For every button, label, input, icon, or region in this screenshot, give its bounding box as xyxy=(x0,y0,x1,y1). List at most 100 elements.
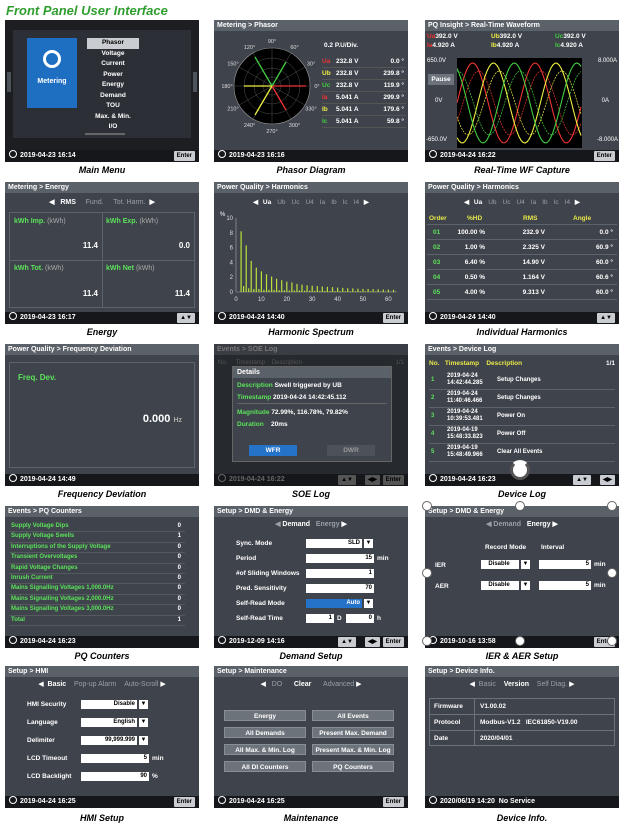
tab-right-arrow-icon[interactable]: ▶ xyxy=(158,681,165,688)
aer-mode-field[interactable]: Disable xyxy=(481,581,519,590)
phase-tab[interactable]: Ib xyxy=(331,199,336,206)
up-down-button[interactable]: ▲▼ xyxy=(177,313,195,323)
left-right-button[interactable]: ◀▶ xyxy=(599,475,615,485)
metering-tile[interactable]: Metering xyxy=(27,38,77,108)
counter-row[interactable]: Mains Signalling Voltages 1,000.0Hz 0 xyxy=(9,584,185,595)
phase-tab[interactable]: Ia xyxy=(320,199,325,206)
tab-advanced[interactable]: Advanced xyxy=(323,681,354,688)
phase-tab[interactable]: Ia xyxy=(531,199,536,206)
phase-tab[interactable]: Ub xyxy=(277,199,285,206)
clear-all-di-counters-button[interactable]: All DI Counters xyxy=(224,761,306,772)
resize-handle[interactable] xyxy=(515,636,525,646)
tab-auto-scroll[interactable]: Auto-Scroll xyxy=(124,681,158,688)
counter-row[interactable]: Transient Overvoltages 0 xyxy=(9,553,185,564)
menu-item[interactable]: Current xyxy=(87,59,139,70)
clear-all-demands-button[interactable]: All Demands xyxy=(224,727,306,738)
hmi-security-field[interactable]: Disable xyxy=(81,700,137,709)
menu-item[interactable]: Phasor xyxy=(87,38,139,49)
clear-pq-counters-button[interactable]: PQ Counters xyxy=(312,761,394,772)
dropdown-icon[interactable]: ▼ xyxy=(521,581,530,590)
tab-right-arrow-icon[interactable]: ▶ xyxy=(362,199,369,206)
counter-row[interactable]: Interruptions of the Supply Voltage 0 xyxy=(9,543,185,554)
clear-present-max-min-log-button[interactable]: Present Max. & Min. Log xyxy=(312,744,394,755)
tab-rms[interactable]: RMS xyxy=(60,199,76,206)
tab-right-arrow-icon[interactable]: ▶ xyxy=(567,681,574,688)
tab-right-arrow-icon[interactable]: ▶ xyxy=(354,681,361,688)
tab-basic[interactable]: Basic xyxy=(479,681,496,688)
enter-button[interactable]: Enter xyxy=(173,797,195,807)
windows-field[interactable]: 1 xyxy=(306,569,374,578)
tab-energy[interactable]: Energy xyxy=(527,521,551,528)
tab-left-arrow-icon[interactable]: ◀ xyxy=(49,199,58,206)
enter-button[interactable]: Enter xyxy=(382,475,404,485)
menu-item[interactable]: Max. & Min. xyxy=(87,112,139,123)
ier-interval-field[interactable]: 5 xyxy=(539,560,591,569)
phase-tab[interactable]: I4 xyxy=(354,199,359,206)
counter-row[interactable]: Supply Voltage Swells 1 xyxy=(9,532,185,543)
table-row[interactable]: 03 6.40 % 14.90 V 60.0 ° xyxy=(427,255,617,270)
menu-item[interactable]: Energy xyxy=(87,80,139,91)
sensitivity-field[interactable]: 70 xyxy=(306,584,374,593)
resize-handle[interactable] xyxy=(422,636,432,646)
table-row[interactable]: 01 100.00 % 232.9 V 0.0 ° xyxy=(427,225,617,240)
ier-mode-field[interactable]: Disable xyxy=(481,560,519,569)
up-down-button[interactable]: ▲▼ xyxy=(597,313,615,323)
counter-row[interactable]: Mains Signalling Voltages 3,000.0Hz 0 xyxy=(9,605,185,616)
phase-tab[interactable]: U4 xyxy=(305,199,313,206)
enter-button[interactable]: Enter xyxy=(173,151,195,161)
log-row[interactable]: 2 2019-04-24 11:40:46.466 Setup Changes xyxy=(429,390,615,408)
tab-popup-alarm[interactable]: Pop-up Alarm xyxy=(74,681,116,688)
table-row[interactable]: 05 4.00 % 9.313 V 60.0 ° xyxy=(427,285,617,300)
phase-tab[interactable]: Ub xyxy=(488,199,496,206)
phase-tab[interactable]: Ib xyxy=(542,199,547,206)
phase-tab[interactable]: Ua xyxy=(263,199,271,206)
counter-row[interactable]: Rapid Voltage Changes 0 xyxy=(9,564,185,574)
dropdown-icon[interactable]: ▼ xyxy=(139,700,148,709)
self-read-day-field[interactable]: 1 xyxy=(306,614,334,623)
wfr-button[interactable]: WFR xyxy=(249,445,297,456)
tab-energy[interactable]: Energy xyxy=(316,521,340,528)
delimiter-field[interactable]: 99,999.999 xyxy=(81,736,137,745)
dropdown-icon[interactable]: ▼ xyxy=(139,718,148,727)
enter-button[interactable]: Enter xyxy=(382,313,404,323)
resize-handle[interactable] xyxy=(607,501,617,511)
phase-tab[interactable]: U4 xyxy=(516,199,524,206)
table-row[interactable]: 04 0.50 % 1.164 V 60.6 ° xyxy=(427,270,617,285)
up-down-button[interactable]: ▲▼ xyxy=(338,637,356,647)
enter-button[interactable]: Enter xyxy=(382,637,404,647)
dropdown-icon[interactable]: ▼ xyxy=(364,599,373,608)
menu-item[interactable]: TOU xyxy=(87,101,139,112)
dropdown-icon[interactable]: ▼ xyxy=(139,736,148,745)
dwr-button[interactable]: DWR xyxy=(327,445,375,456)
enter-button[interactable]: Enter xyxy=(382,797,404,807)
tab-left-arrow-icon[interactable]: ◀ xyxy=(260,681,271,688)
language-field[interactable]: English xyxy=(81,718,137,727)
right-arrow-icon[interactable] xyxy=(193,72,197,92)
tab-right-arrow-icon[interactable]: ▶ xyxy=(573,199,580,206)
pause-button[interactable]: Pause xyxy=(428,74,454,85)
resize-handle[interactable] xyxy=(422,568,432,578)
tab-right-arrow-icon[interactable]: ▶ xyxy=(551,521,558,528)
tab-tot-harm[interactable]: Tot. Harm. xyxy=(113,199,145,206)
sync-mode-field[interactable]: SLD xyxy=(306,539,362,548)
menu-item[interactable]: Power xyxy=(87,70,139,81)
up-down-button[interactable]: ▲▼ xyxy=(573,475,591,485)
tab-left-arrow-icon[interactable]: ◀ xyxy=(38,681,47,688)
clear-present-max-demand-button[interactable]: Present Max. Demand xyxy=(312,727,394,738)
tab-clear[interactable]: Clear xyxy=(294,681,312,688)
tab-version[interactable]: Version xyxy=(504,681,529,688)
tab-basic[interactable]: Basic xyxy=(48,681,67,688)
phase-tab[interactable]: Ua xyxy=(474,199,482,206)
left-arrow-icon[interactable] xyxy=(7,72,11,92)
tab-left-arrow-icon[interactable]: ◀ xyxy=(464,199,471,206)
self-read-mode-field[interactable]: Auto xyxy=(306,599,362,608)
phase-tab[interactable]: Ic xyxy=(554,199,559,206)
aer-interval-field[interactable]: 5 xyxy=(539,581,591,590)
counter-row[interactable]: Total 1 xyxy=(9,616,185,626)
log-row[interactable]: 1 2019-04-24 14:42:44.285 Setup Changes xyxy=(429,372,615,390)
tab-fund[interactable]: Fund. xyxy=(86,199,104,206)
tab-right-arrow-icon[interactable]: ▶ xyxy=(148,199,154,206)
counter-row[interactable]: Mains Signalling Voltages 2,000.0Hz 0 xyxy=(9,595,185,606)
phase-tab[interactable]: I4 xyxy=(565,199,570,206)
tab-left-arrow-icon[interactable]: ◀ xyxy=(253,199,260,206)
